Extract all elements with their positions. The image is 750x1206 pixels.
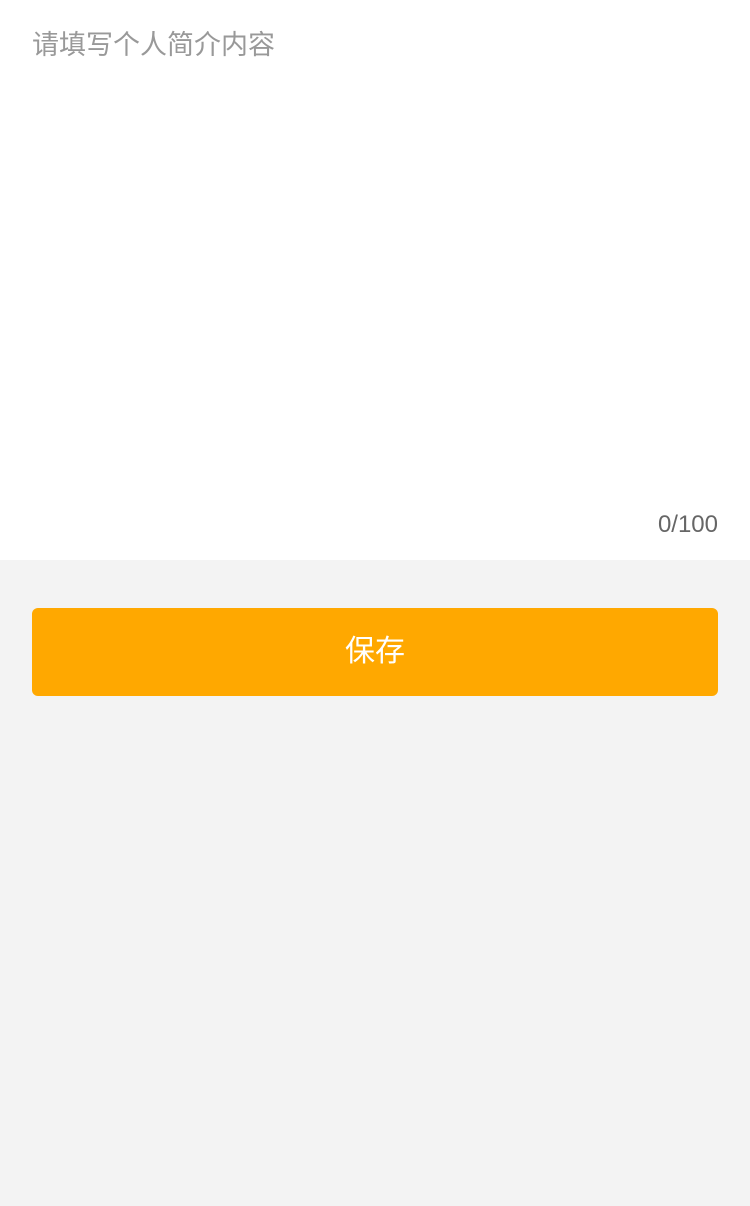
character-counter: 0/100 xyxy=(657,511,718,538)
save-button[interactable]: 保存 xyxy=(32,608,718,696)
bio-editor-panel: 0/100 xyxy=(0,0,750,560)
bio-textarea[interactable] xyxy=(32,24,718,494)
profile-bio-edit-page: 0/100 保存 xyxy=(0,0,750,1206)
